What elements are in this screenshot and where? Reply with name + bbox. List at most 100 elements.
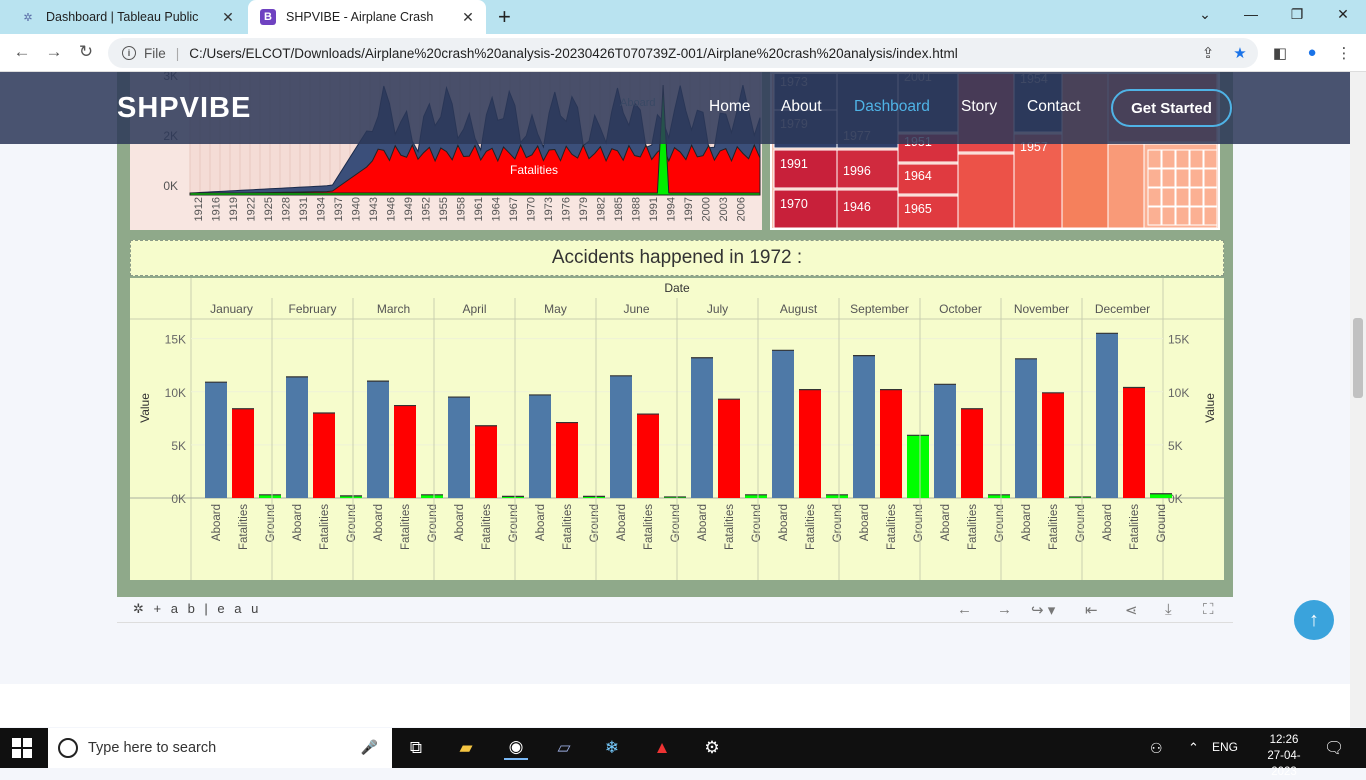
year-tick-label: 1946 <box>386 197 398 221</box>
close-window-icon[interactable]: ✕ <box>1333 6 1353 23</box>
nav-contact[interactable]: Contact <box>1027 98 1080 116</box>
tableau-wordmark: + a b | e a u <box>153 601 262 616</box>
measure-label: Aboard <box>697 504 709 541</box>
settings-gear-icon[interactable]: ⚙ <box>700 736 724 760</box>
measure-label: Fatalities <box>238 504 250 550</box>
windows-taskbar: Type here to search 🎤 ⧉ ▰ ◉ ▱ ❄ ▲ ⚙ ⚇ ⌃ … <box>0 728 1366 778</box>
bar-fatalities <box>556 422 578 498</box>
close-icon[interactable]: ✕ <box>220 9 236 26</box>
year-tick-label: 1991 <box>648 197 660 221</box>
language-indicator[interactable]: ENG <box>1212 740 1238 754</box>
get-started-button[interactable]: Get Started <box>1111 89 1232 127</box>
measure-label: Fatalities <box>724 504 736 550</box>
back-icon[interactable]: ← <box>11 42 33 62</box>
scrollbar-thumb[interactable] <box>1353 318 1363 398</box>
task-view-icon[interactable]: ⧉ <box>404 736 428 760</box>
month-label: December <box>1095 302 1150 316</box>
bar-fatalities <box>313 413 335 498</box>
share-icon[interactable]: ⋖ <box>1125 601 1138 619</box>
treemap-cell <box>957 153 1015 229</box>
scheme-label: File <box>144 45 166 61</box>
bar-fatalities <box>880 389 902 498</box>
bookmark-star-icon[interactable]: ★ <box>1230 44 1250 62</box>
column-header: Date <box>664 281 690 295</box>
month-label: June <box>623 302 649 316</box>
bar-ground <box>907 435 929 498</box>
chevron-up-icon[interactable]: ⌃ <box>1188 740 1199 756</box>
new-tab-icon[interactable]: + <box>498 4 511 30</box>
bar-fatalities <box>961 408 983 498</box>
browser-toolbar: ← → ↻ i File | C:/Users/ELCOT/Downloads/… <box>0 34 1366 72</box>
tab-title: SHPVIBE - Airplane Crash <box>286 10 434 24</box>
reset-icon[interactable]: ⇤ <box>1085 601 1098 619</box>
chrome-icon[interactable]: ◉ <box>504 736 528 760</box>
separator: | <box>175 45 180 61</box>
bar-aboard <box>853 355 875 498</box>
year-tick-label: 1943 <box>368 197 380 221</box>
people-icon[interactable]: ⚇ <box>1150 740 1163 757</box>
taskbar-search[interactable]: Type here to search 🎤 <box>48 728 392 768</box>
page-scrollbar[interactable] <box>1350 72 1366 727</box>
fullscreen-icon[interactable]: ⛶ <box>1203 601 1214 618</box>
web-page: 3K2K0KAboardFatalities191219161919192219… <box>0 72 1350 727</box>
measure-label: Aboard <box>940 504 952 541</box>
treemap-cell-label: 1964 <box>904 169 932 183</box>
measure-label: Aboard <box>616 504 628 541</box>
year-tick-label: 1955 <box>438 197 450 221</box>
info-icon[interactable]: i <box>122 46 136 60</box>
reload-icon[interactable]: ↻ <box>75 42 97 62</box>
notification-icon[interactable]: 🗨 <box>1324 738 1344 758</box>
clock[interactable]: 12:26 27-04-2023 <box>1260 732 1308 780</box>
address-bar[interactable]: i File | C:/Users/ELCOT/Downloads/Airpla… <box>108 38 1258 68</box>
restore-icon[interactable]: ❐ <box>1287 6 1307 23</box>
profile-icon[interactable]: ● <box>1302 44 1322 61</box>
bar-aboard <box>1096 333 1118 498</box>
year-tick-label: 1982 <box>596 197 608 221</box>
microphone-icon[interactable]: 🎤 <box>361 739 378 756</box>
measure-label: Ground <box>994 504 1006 542</box>
measure-label: Aboard <box>454 504 466 541</box>
measure-label: Aboard <box>535 504 547 541</box>
nav-story[interactable]: Story <box>961 98 997 116</box>
y-tick-label-left: 0K <box>171 492 186 506</box>
measure-label: Aboard <box>373 504 385 541</box>
bar-fatalities <box>394 405 416 498</box>
tab-strip: ✲ Dashboard | Tableau Public ✕ B SHPVIBE… <box>0 0 1366 34</box>
measure-label: Ground <box>751 504 763 542</box>
url-text: C:/Users/ELCOT/Downloads/Airplane%20cras… <box>189 45 958 61</box>
download-icon[interactable]: ⤓ <box>1165 601 1172 618</box>
notepad-icon[interactable]: ▱ <box>552 736 576 760</box>
tab-shpvibe[interactable]: B SHPVIBE - Airplane Crash ✕ <box>248 0 486 34</box>
close-icon[interactable]: ✕ <box>460 9 476 26</box>
windows-start-icon[interactable] <box>12 738 32 758</box>
treemap-cell-label: 1996 <box>843 164 871 178</box>
snowflake-app-icon[interactable]: ❄ <box>600 736 624 760</box>
nav-home[interactable]: Home <box>709 98 750 116</box>
redo-icon[interactable]: → <box>997 601 1012 618</box>
tableau-dashboard: 3K2K0KAboardFatalities191219161919192219… <box>117 72 1233 597</box>
back-to-top-button[interactable]: ↑ <box>1294 600 1334 640</box>
chevron-down-icon[interactable]: ⌄ <box>1195 6 1215 23</box>
site-logo[interactable]: SHPVIBE <box>117 92 251 125</box>
side-panel-icon[interactable]: ◧ <box>1270 44 1290 62</box>
month-label: April <box>462 302 486 316</box>
tab-tableau-dashboard[interactable]: ✲ Dashboard | Tableau Public ✕ <box>8 0 246 34</box>
tableau-logo[interactable]: ✲ + a b | e a u <box>133 601 261 617</box>
minimize-icon[interactable]: — <box>1241 6 1261 22</box>
nav-dashboard[interactable]: Dashboard <box>854 98 930 116</box>
measure-label: Fatalities <box>481 504 493 550</box>
year-tick-label: 1949 <box>403 197 415 221</box>
year-tick-label: 1912 <box>193 197 205 221</box>
nav-about[interactable]: About <box>781 98 822 116</box>
acrobat-icon[interactable]: ▲ <box>650 736 674 760</box>
file-explorer-icon[interactable]: ▰ <box>454 736 478 760</box>
undo-icon[interactable]: ← <box>957 601 972 618</box>
measure-label: Ground <box>589 504 601 542</box>
year-tick-label: 1967 <box>508 197 520 221</box>
forward-icon[interactable]: → <box>43 42 65 62</box>
revert-icon[interactable]: ↪ ▾ <box>1031 601 1055 619</box>
share-icon[interactable]: ⇪ <box>1198 44 1218 62</box>
bar-fatalities <box>799 389 821 498</box>
bar-fatalities <box>475 425 497 498</box>
menu-icon[interactable]: ⋮ <box>1334 44 1354 62</box>
